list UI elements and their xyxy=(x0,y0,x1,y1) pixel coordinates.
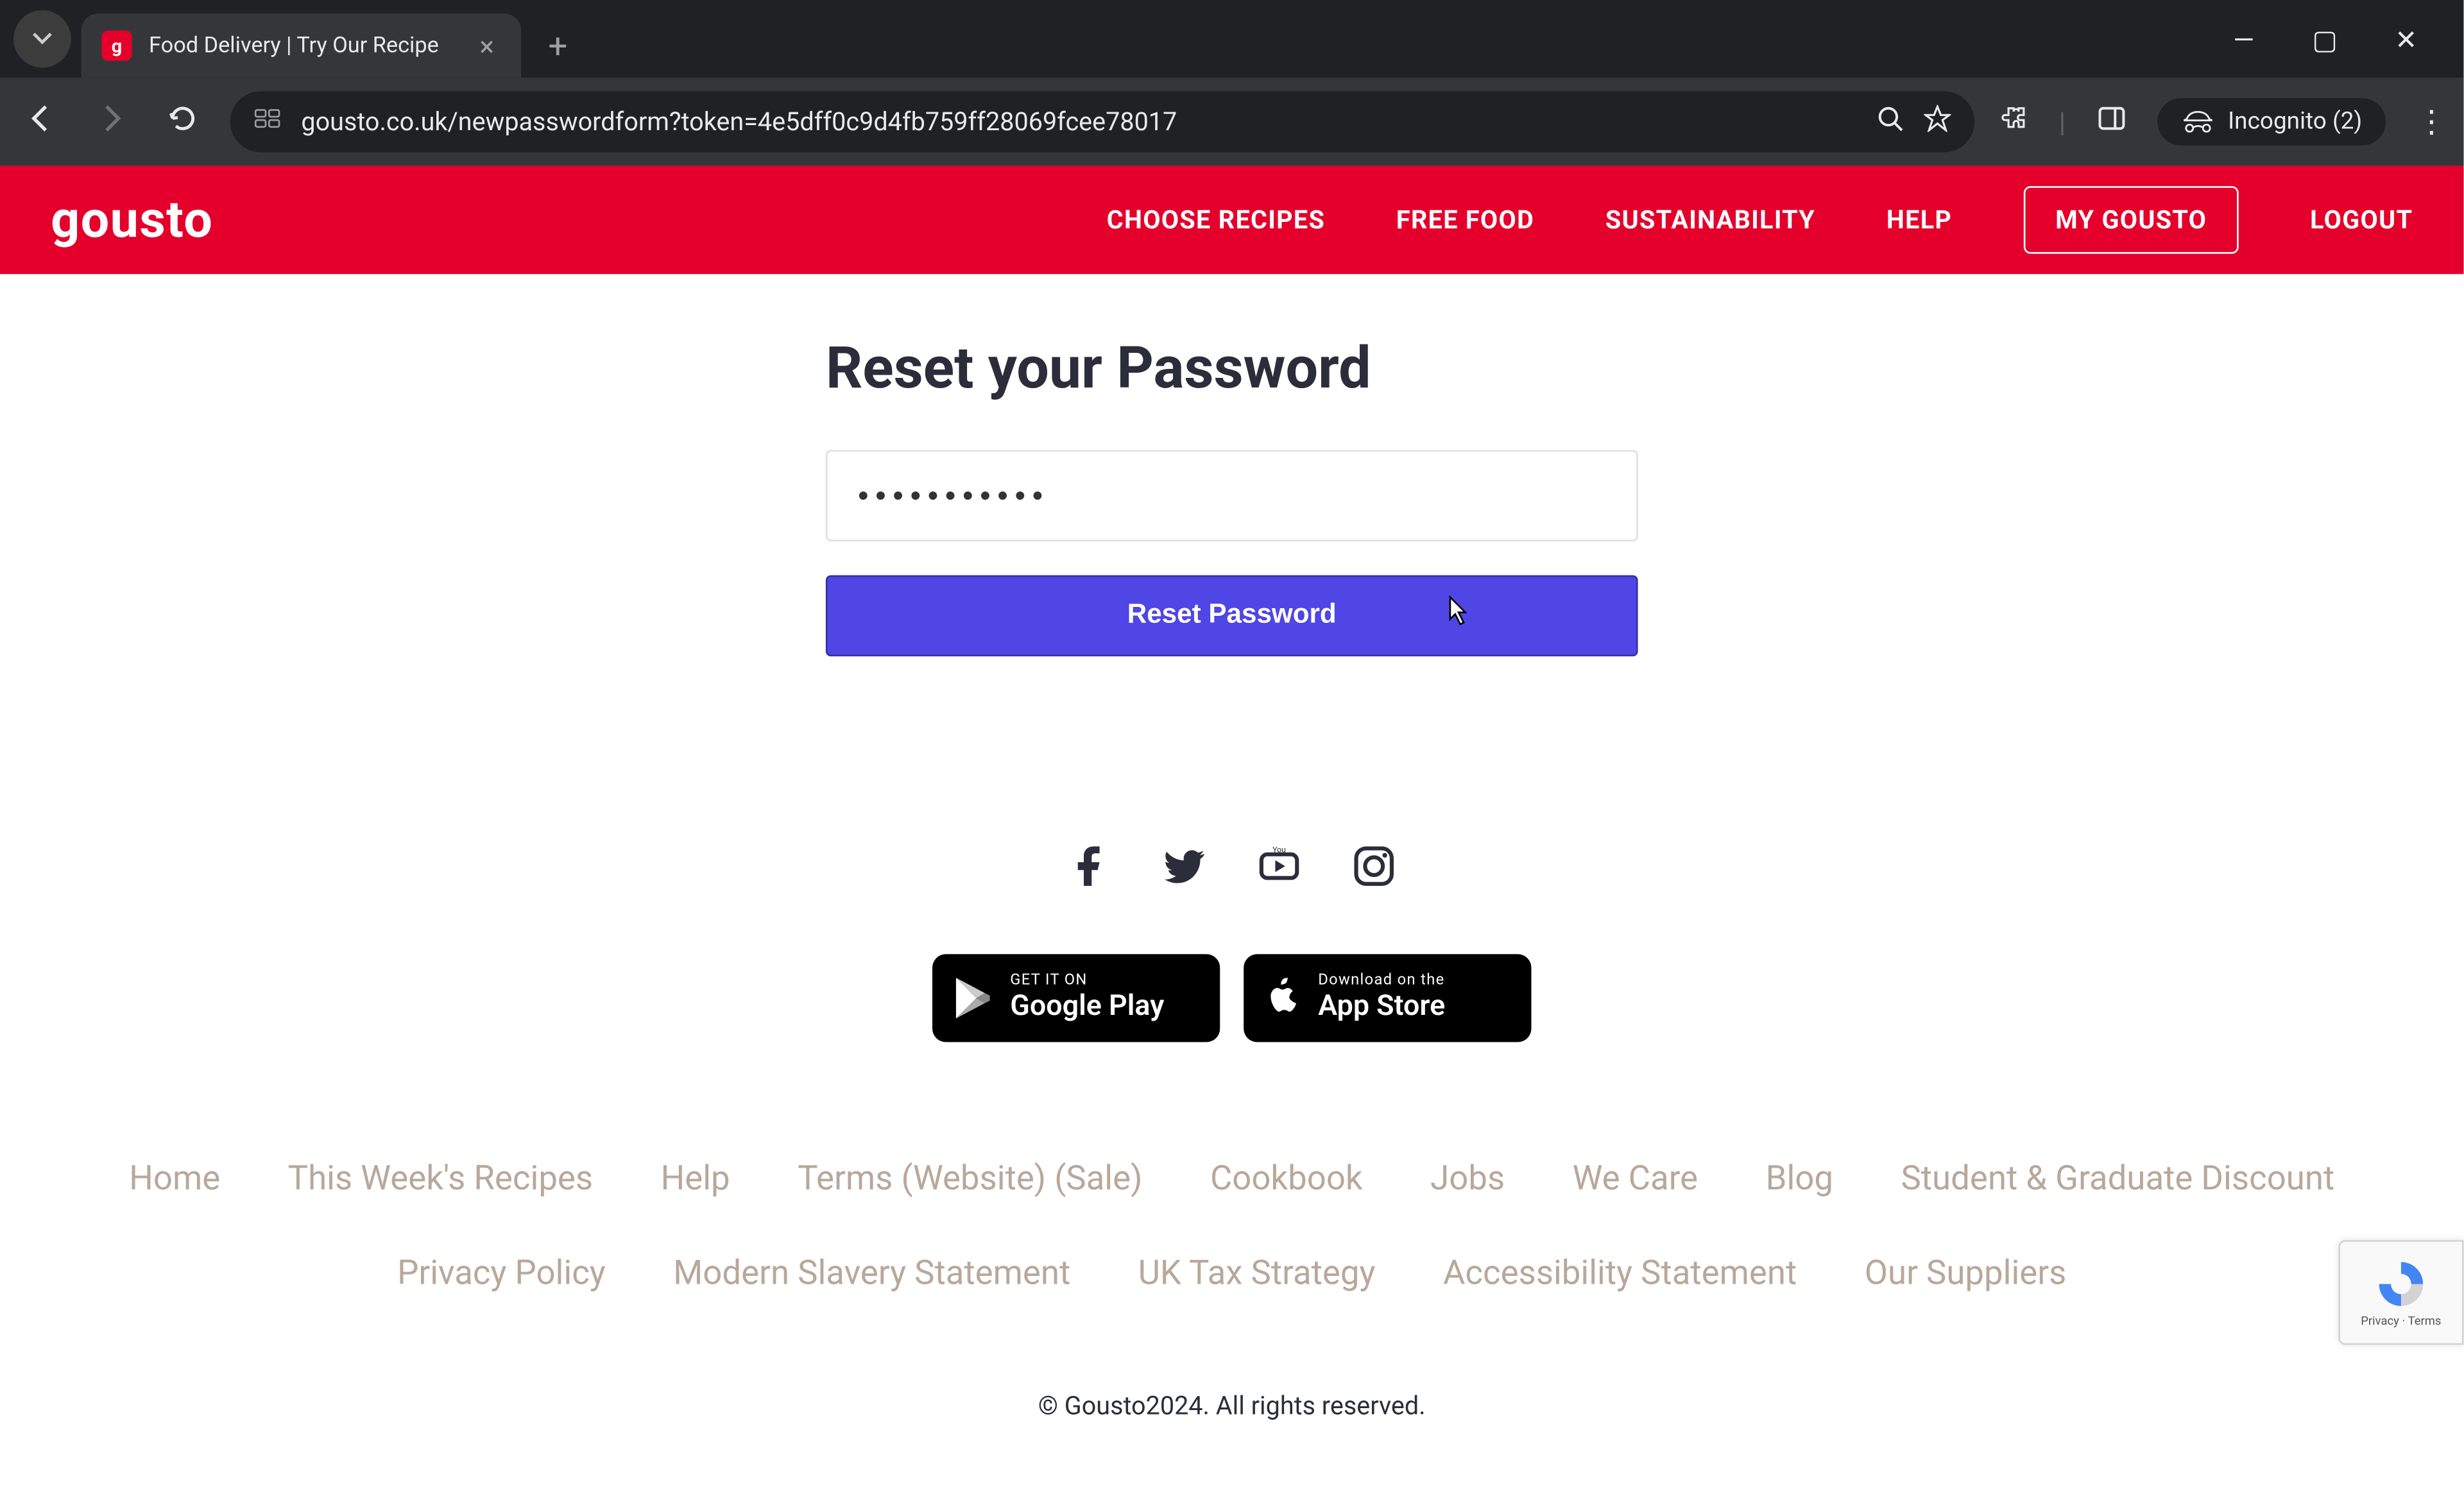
footer-link[interactable]: UK Tax Strategy xyxy=(1138,1252,1376,1292)
facebook-icon[interactable] xyxy=(1066,842,1113,890)
tab-title: Food Delivery | Try Our Recipe xyxy=(149,33,456,58)
reload-button[interactable] xyxy=(159,103,207,142)
window-controls: — ▢ ✕ xyxy=(2200,23,2450,55)
as-small: Download on the xyxy=(1318,974,1445,991)
browser-toolbar: gousto.co.uk/newpasswordform?token=4e5df… xyxy=(0,78,2463,166)
main-nav: CHOOSE RECIPES FREE FOOD SUSTAINABILITY … xyxy=(1107,186,2413,253)
bookmark-icon[interactable] xyxy=(1924,105,1951,139)
nav-my-gousto[interactable]: MY GOUSTO xyxy=(2023,186,2239,253)
zoom-icon[interactable] xyxy=(1876,105,1903,139)
gp-small: GET IT ON xyxy=(1010,974,1164,991)
footer-link[interactable]: Blog xyxy=(1766,1157,1833,1198)
footer-link[interactable]: Home xyxy=(129,1157,220,1198)
close-window-button[interactable]: ✕ xyxy=(2389,23,2423,55)
nav-free-food[interactable]: FREE FOOD xyxy=(1396,205,1534,235)
footer-link[interactable]: Our Suppliers xyxy=(1865,1252,2067,1292)
footer-link[interactable]: We Care xyxy=(1573,1157,1698,1198)
copyright: © Gousto2024. All rights reserved. xyxy=(1038,1391,1426,1421)
footer-link[interactable]: Privacy Policy xyxy=(397,1252,606,1292)
footer: You GET IT ON Google Play Download on th… xyxy=(47,842,2417,1488)
menu-button[interactable]: ⋮ xyxy=(2417,104,2447,139)
minimize-button[interactable]: — xyxy=(2227,23,2261,55)
google-play-badge[interactable]: GET IT ON Google Play xyxy=(932,954,1220,1042)
svg-text:You: You xyxy=(1272,846,1286,855)
browser-chrome: g Food Delivery | Try Our Recipe × + — ▢… xyxy=(0,0,2463,166)
footer-link[interactable]: Help xyxy=(661,1157,730,1198)
main-content: Reset your Password Reset Password You G… xyxy=(0,274,2463,1488)
site-settings-icon[interactable] xyxy=(254,105,281,139)
footer-link[interactable]: Jobs xyxy=(1430,1157,1505,1198)
back-button[interactable] xyxy=(17,103,64,142)
apple-icon xyxy=(1264,976,1301,1021)
extensions-icon[interactable] xyxy=(1998,103,2028,140)
footer-link[interactable]: Modern Slavery Statement xyxy=(673,1252,1070,1292)
side-panel-icon[interactable] xyxy=(2096,103,2126,140)
close-tab-button[interactable]: × xyxy=(473,30,501,62)
nav-help[interactable]: HELP xyxy=(1887,205,1952,235)
favicon-icon: g xyxy=(101,30,132,60)
maximize-button[interactable]: ▢ xyxy=(2308,23,2342,55)
footer-link[interactable]: Cookbook xyxy=(1210,1157,1363,1198)
footer-link[interactable]: This Week's Recipes xyxy=(288,1157,593,1198)
gousto-logo[interactable]: gousto xyxy=(51,191,213,250)
tab-search-button[interactable] xyxy=(13,10,71,68)
address-bar[interactable]: gousto.co.uk/newpasswordform?token=4e5df… xyxy=(230,91,1974,152)
page-title: Reset your Password xyxy=(826,335,1638,402)
footer-links: Home This Week's Recipes Help Terms (Websit… xyxy=(47,1157,2417,1293)
incognito-icon xyxy=(2180,110,2214,133)
reset-password-button[interactable]: Reset Password xyxy=(826,575,1638,657)
nav-logout[interactable]: LOGOUT xyxy=(2310,205,2413,235)
incognito-label: Incognito (2) xyxy=(2228,108,2362,135)
browser-tab[interactable]: g Food Delivery | Try Our Recipe × xyxy=(81,13,522,78)
instagram-icon[interactable] xyxy=(1350,842,1398,890)
new-tab-button[interactable]: + xyxy=(531,26,585,66)
tab-bar: g Food Delivery | Try Our Recipe × + — ▢… xyxy=(0,0,2463,78)
social-links: You xyxy=(1066,842,1398,890)
youtube-icon[interactable]: You xyxy=(1256,842,1303,890)
app-store-badge[interactable]: Download on the App Store xyxy=(1244,954,1531,1042)
app-store-badges: GET IT ON Google Play Download on the Ap… xyxy=(932,954,1531,1042)
incognito-indicator[interactable]: Incognito (2) xyxy=(2157,98,2386,146)
nav-sustainability[interactable]: SUSTAINABILITY xyxy=(1605,205,1815,235)
as-big: App Store xyxy=(1318,991,1445,1022)
recaptcha-icon xyxy=(2374,1257,2428,1311)
gp-big: Google Play xyxy=(1010,991,1164,1022)
google-play-icon xyxy=(953,976,993,1021)
twitter-icon[interactable] xyxy=(1161,842,1208,890)
forward-button[interactable] xyxy=(88,103,135,142)
footer-link[interactable]: Student & Graduate Discount xyxy=(1901,1157,2334,1198)
nav-choose-recipes[interactable]: CHOOSE RECIPES xyxy=(1107,205,1325,235)
footer-link[interactable]: Accessibility Statement xyxy=(1443,1252,1797,1292)
footer-link[interactable]: Terms (Website) (Sale) xyxy=(798,1157,1142,1198)
url-text: gousto.co.uk/newpasswordform?token=4e5df… xyxy=(301,106,1856,137)
password-input[interactable] xyxy=(826,450,1638,541)
recaptcha-badge[interactable]: Privacy · Terms xyxy=(2338,1240,2463,1345)
site-header: gousto CHOOSE RECIPES FREE FOOD SUSTAINA… xyxy=(0,166,2463,274)
